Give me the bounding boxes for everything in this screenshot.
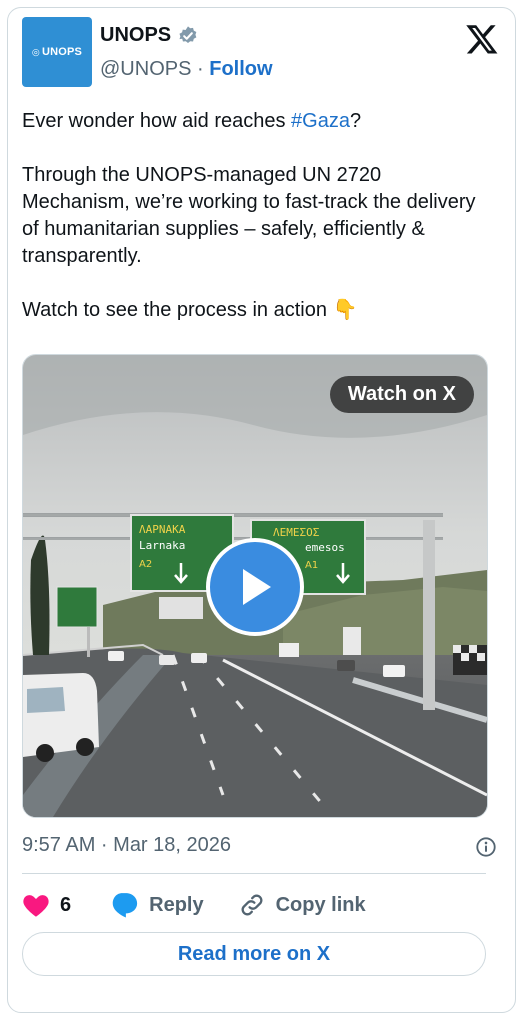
avatar-text: UNOPS bbox=[41, 46, 83, 58]
post-paragraph-1: Ever wonder how aid reaches #Gaza? bbox=[22, 110, 362, 132]
like-count: 6 bbox=[60, 893, 72, 916]
action-bar: 6 Reply Copy link bbox=[22, 888, 366, 922]
sign-right-latin: emesos bbox=[305, 541, 345, 554]
play-icon bbox=[243, 569, 271, 605]
reply-label: Reply bbox=[149, 893, 204, 916]
sign-right-greek: ΛΕΜΕΣΟΣ bbox=[273, 526, 320, 539]
separator-dot: · bbox=[197, 58, 204, 80]
follow-button[interactable]: Follow bbox=[209, 58, 272, 80]
copy-link-button[interactable]: Copy link bbox=[238, 891, 366, 919]
sign-left-route: A2 bbox=[139, 559, 152, 570]
sign-left-latin: Larnaka bbox=[139, 539, 185, 552]
author-name-row: UNOPS bbox=[100, 24, 199, 47]
heart-icon bbox=[23, 895, 49, 917]
copy-link-label: Copy link bbox=[275, 893, 366, 916]
read-more-button[interactable]: Read more on X bbox=[22, 932, 486, 976]
author-handle[interactable]: @UNOPS bbox=[100, 58, 191, 80]
post-text: Ever wonder how aid reaches #Gaza? Throu… bbox=[22, 108, 492, 351]
post-timestamp[interactable]: 9:57 AM · Mar 18, 2026 bbox=[22, 834, 231, 857]
speech-bubble-icon bbox=[112, 893, 138, 918]
avatar[interactable]: ◎ UNOPS bbox=[22, 17, 92, 87]
info-icon[interactable] bbox=[475, 836, 497, 858]
hashtag-link[interactable]: #Gaza bbox=[291, 110, 350, 132]
author-handle-row: @UNOPS · Follow bbox=[100, 58, 273, 81]
un-globe-icon: ◎ bbox=[31, 46, 40, 57]
pointing-down-emoji: 👇 bbox=[332, 299, 358, 321]
post-paragraph-2: Through the UNOPS-managed UN 2720 Mechan… bbox=[22, 164, 476, 267]
video-thumbnail[interactable]: ΛΑΡΝΑΚΑ Larnaka A2 ΛΕΜΕΣΟΣ emesos A1 Wat… bbox=[22, 354, 488, 818]
post-paragraph-3: Watch to see the process in action 👇 bbox=[22, 299, 358, 321]
author-name[interactable]: UNOPS bbox=[100, 24, 171, 47]
sign-left-greek: ΛΑΡΝΑΚΑ bbox=[139, 523, 186, 536]
like-button[interactable]: 6 bbox=[22, 892, 71, 918]
link-icon bbox=[241, 894, 263, 916]
play-button[interactable] bbox=[206, 538, 304, 636]
sign-right-route: A1 bbox=[305, 560, 318, 571]
divider bbox=[22, 873, 486, 874]
watch-on-x-button[interactable]: Watch on X bbox=[329, 376, 474, 413]
reply-button[interactable]: Reply bbox=[109, 891, 204, 919]
x-logo-icon[interactable] bbox=[465, 22, 499, 56]
verified-badge-icon bbox=[179, 25, 197, 43]
